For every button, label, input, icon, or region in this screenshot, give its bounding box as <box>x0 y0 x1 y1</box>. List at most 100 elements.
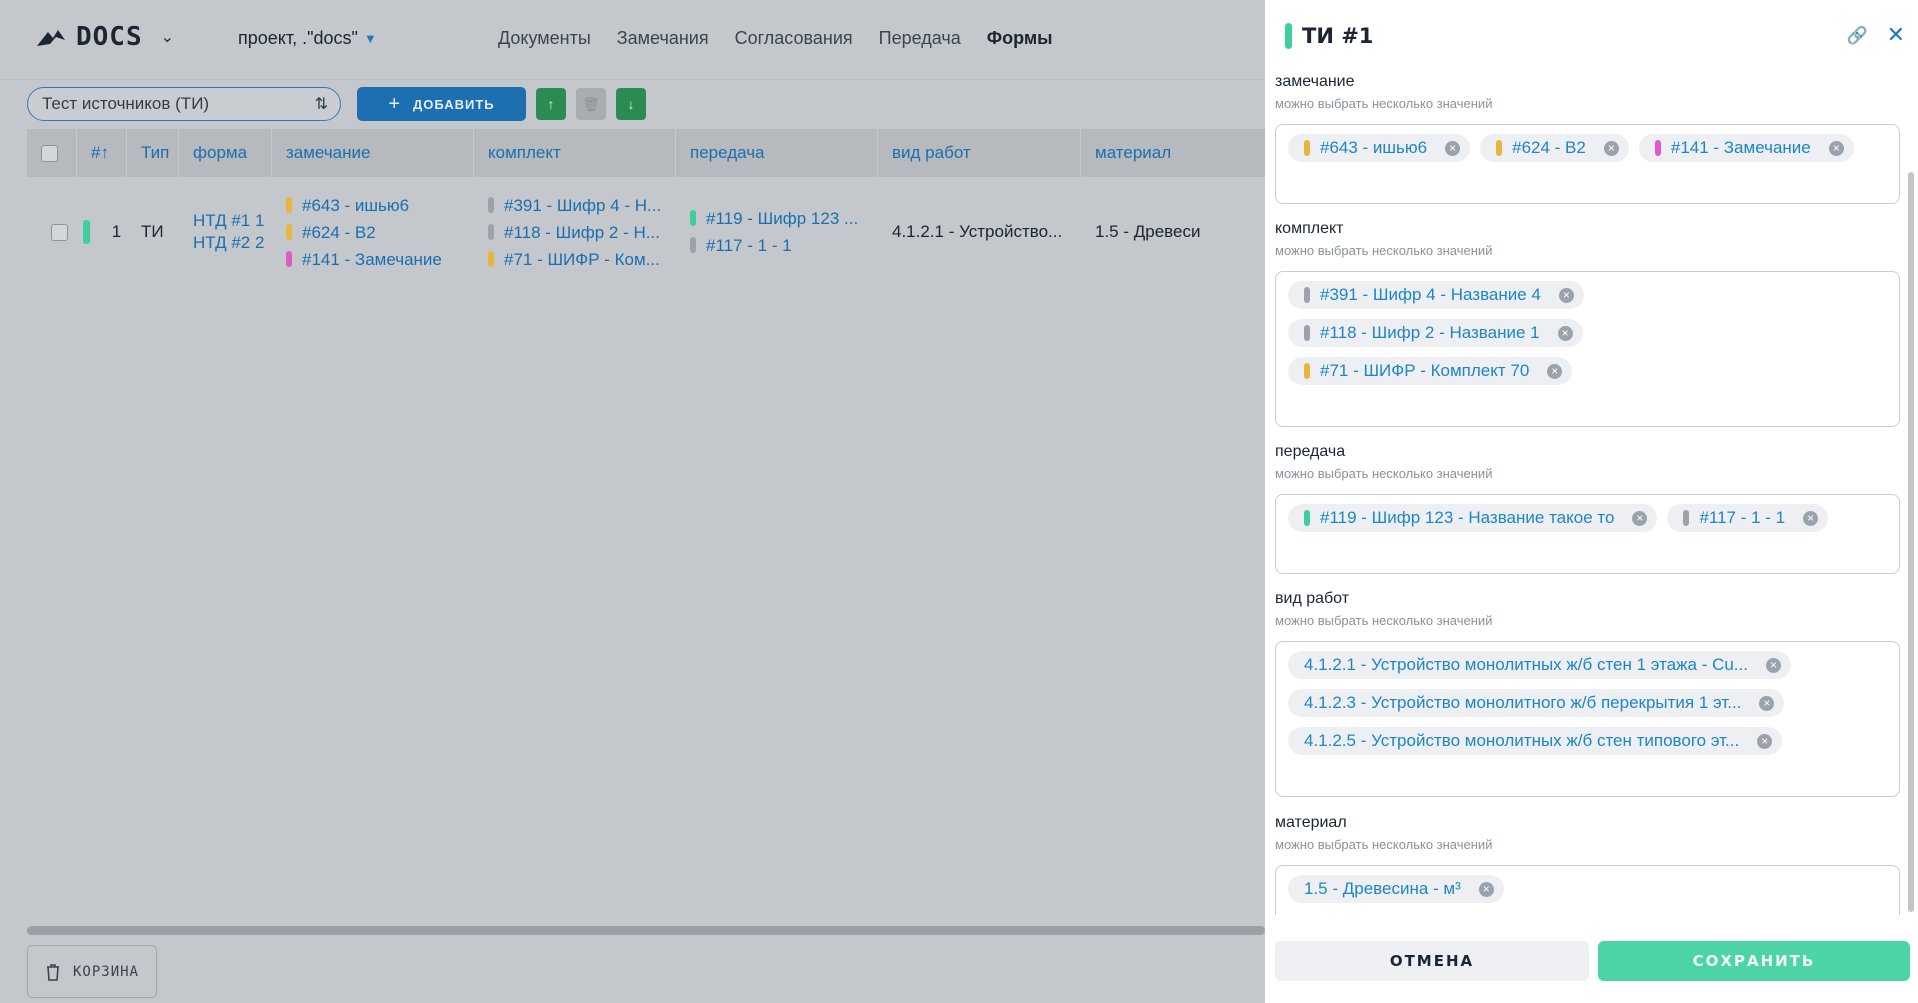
remove-chip-icon[interactable]: × <box>1557 325 1573 341</box>
column-header[interactable]: вид работ <box>878 129 1081 177</box>
multi-select-input[interactable]: #643 - ишью6 × #624 - В2 × #141 - Замечание × <box>1275 124 1900 204</box>
column-header[interactable]: материал <box>1081 129 1265 177</box>
row-checkbox[interactable] <box>50 223 68 241</box>
field-hint: можно выбрать несколько значений <box>1275 613 1493 628</box>
cancel-button[interactable]: ОТМЕНА <box>1275 941 1589 981</box>
nav-item-approvals[interactable]: Согласования <box>735 28 853 49</box>
nav-item-transfer[interactable]: Передача <box>879 28 961 49</box>
table-header: #↑ Тип форма замечание комплект передача… <box>27 129 1265 177</box>
column-header[interactable]: Тип <box>127 129 179 177</box>
selected-chip[interactable]: 1.5 - Древесина - м³ × <box>1288 875 1504 903</box>
upload-icon[interactable]: ↑ <box>536 88 566 120</box>
chevron-down-icon: ▼ <box>363 31 377 46</box>
row-number: 1 <box>111 222 122 241</box>
remove-chip-icon[interactable]: × <box>1603 140 1619 156</box>
set-link[interactable]: #71 - ШИФР - Ком... <box>488 246 676 273</box>
color-marker <box>1496 140 1503 156</box>
panel-body: замечание можно выбрать несколько значени… <box>1265 72 1918 915</box>
logo[interactable]: DOCS ⌄ <box>36 22 174 52</box>
select-all-cell <box>27 129 77 177</box>
save-button[interactable]: СОХРАНИТЬ <box>1598 941 1910 981</box>
set-link[interactable]: #118 - Шифр 2 - Н... <box>488 219 676 246</box>
form-link[interactable]: НТД #2 2 <box>193 232 272 254</box>
plus-icon: + <box>388 92 402 115</box>
remark-link[interactable]: #624 - В2 <box>286 219 474 246</box>
source-filter-input[interactable]: Тест источников (ТИ) ⇅ <box>27 87 341 121</box>
transfer-link[interactable]: #119 - Шифр 123 ... <box>690 205 878 232</box>
nav-item-documents[interactable]: Документы <box>498 28 591 49</box>
panel-scrollbar[interactable] <box>1908 172 1914 912</box>
close-icon[interactable]: ✕ <box>1887 22 1905 48</box>
transfer-link[interactable]: #117 - 1 - 1 <box>690 232 878 259</box>
chip-label: #117 - 1 - 1 <box>1699 508 1786 527</box>
color-marker <box>488 223 494 240</box>
column-header[interactable]: передача <box>676 129 878 177</box>
status-marker <box>82 220 90 244</box>
remove-chip-icon[interactable]: × <box>1445 140 1461 156</box>
download-icon[interactable]: ↓ <box>616 88 646 120</box>
add-button-label: ДОБАВИТЬ <box>413 96 495 112</box>
field-hint: можно выбрать несколько значений <box>1275 466 1493 481</box>
color-marker <box>488 196 494 213</box>
remark-cell: #643 - ишью6 #624 - В2 #141 - Замечание <box>272 192 474 273</box>
selected-chip[interactable]: #118 - Шифр 2 - Название 1 × <box>1288 319 1583 347</box>
form-field: комплект можно выбрать несколько значений… <box>1275 219 1900 427</box>
source-filter-value: Тест источников (ТИ) <box>42 94 210 113</box>
selected-chip[interactable]: #117 - 1 - 1 × <box>1667 504 1829 532</box>
table-row[interactable]: 1 ТИ НТД #1 1 НТД #2 2 #643 - ишью6 #624… <box>27 177 1265 287</box>
add-button[interactable]: + ДОБАВИТЬ <box>357 87 526 121</box>
type-cell: ТИ <box>127 222 179 242</box>
sort-icon[interactable]: ⇅ <box>315 94 328 114</box>
form-link[interactable]: НТД #1 1 <box>193 210 272 232</box>
selected-chip[interactable]: #624 - В2 × <box>1480 134 1629 162</box>
selected-chip[interactable]: 4.1.2.1 - Устройство монолитных ж/б стен… <box>1288 651 1791 679</box>
multi-select-input[interactable]: 1.5 - Древесина - м³ × <box>1275 865 1900 915</box>
selected-chip[interactable]: #643 - ишью6 × <box>1288 134 1471 162</box>
selected-chip[interactable]: 4.1.2.5 - Устройство монолитных ж/б стен… <box>1288 727 1783 755</box>
field-label: материал <box>1275 814 1347 831</box>
selected-chip[interactable]: #391 - Шифр 4 - Название 4 × <box>1288 281 1584 309</box>
selected-chip[interactable]: 4.1.2.3 - Устройство монолитного ж/б пер… <box>1288 689 1785 717</box>
multi-select-input[interactable]: #391 - Шифр 4 - Название 4 × #118 - Шифр 2… <box>1275 271 1900 427</box>
nav-item-remarks[interactable]: Замечания <box>617 28 709 49</box>
selected-chip[interactable]: #119 - Шифр 123 - Название такое то × <box>1288 504 1658 532</box>
form-field: вид работ можно выбрать несколько значени… <box>1275 589 1900 797</box>
color-marker <box>286 250 292 267</box>
chip-label: #71 - ШИФР - Комплект 70 <box>1320 361 1530 380</box>
project-selector[interactable]: проект, ."docs" ▼ <box>238 28 377 49</box>
remove-chip-icon[interactable]: × <box>1547 363 1563 379</box>
remove-chip-icon[interactable]: × <box>1478 881 1494 897</box>
remark-link[interactable]: #643 - ишью6 <box>286 192 474 219</box>
select-all-checkbox[interactable] <box>41 144 58 162</box>
remark-link[interactable]: #141 - Замечание <box>286 246 474 273</box>
form-field: передача можно выбрать несколько значений… <box>1275 442 1900 574</box>
nav-item-forms[interactable]: Формы <box>987 28 1053 49</box>
form-field: замечание можно выбрать несколько значени… <box>1275 72 1900 204</box>
trash-bin-button[interactable]: КОРЗИНА <box>27 945 157 998</box>
chip-label: #119 - Шифр 123 - Название такое то <box>1320 508 1615 527</box>
link-icon[interactable]: 🔗 <box>1847 26 1868 46</box>
remove-chip-icon[interactable]: × <box>1803 510 1819 526</box>
column-header[interactable]: #↑ <box>77 129 127 177</box>
remove-chip-icon[interactable]: × <box>1558 287 1574 303</box>
panel-footer: ОТМЕНА СОХРАНИТЬ <box>1265 920 1918 1003</box>
remove-chip-icon[interactable]: × <box>1757 733 1773 749</box>
column-header[interactable]: комплект <box>474 129 676 177</box>
chevron-down-icon[interactable]: ⌄ <box>161 27 174 47</box>
remove-chip-icon[interactable]: × <box>1765 657 1781 673</box>
multi-select-input[interactable]: 4.1.2.1 - Устройство монолитных ж/б стен… <box>1275 641 1900 797</box>
color-marker <box>690 237 696 253</box>
column-header[interactable]: форма <box>179 129 272 177</box>
color-marker <box>1683 510 1690 526</box>
remove-chip-icon[interactable]: × <box>1759 695 1775 711</box>
horizontal-scrollbar[interactable] <box>27 926 1265 935</box>
remove-chip-icon[interactable]: × <box>1828 140 1844 156</box>
set-link[interactable]: #391 - Шифр 4 - Н... <box>488 192 676 219</box>
selected-chip[interactable]: #71 - ШИФР - Комплект 70 × <box>1288 357 1573 385</box>
multi-select-input[interactable]: #119 - Шифр 123 - Название такое то × #117… <box>1275 494 1900 574</box>
form-cell: НТД #1 1 НТД #2 2 <box>179 210 272 254</box>
remove-chip-icon[interactable]: × <box>1632 510 1648 526</box>
selected-chip[interactable]: #141 - Замечание × <box>1638 134 1854 162</box>
column-header[interactable]: замечание <box>272 129 474 177</box>
trash-icon[interactable]: 🗑 <box>576 88 606 120</box>
